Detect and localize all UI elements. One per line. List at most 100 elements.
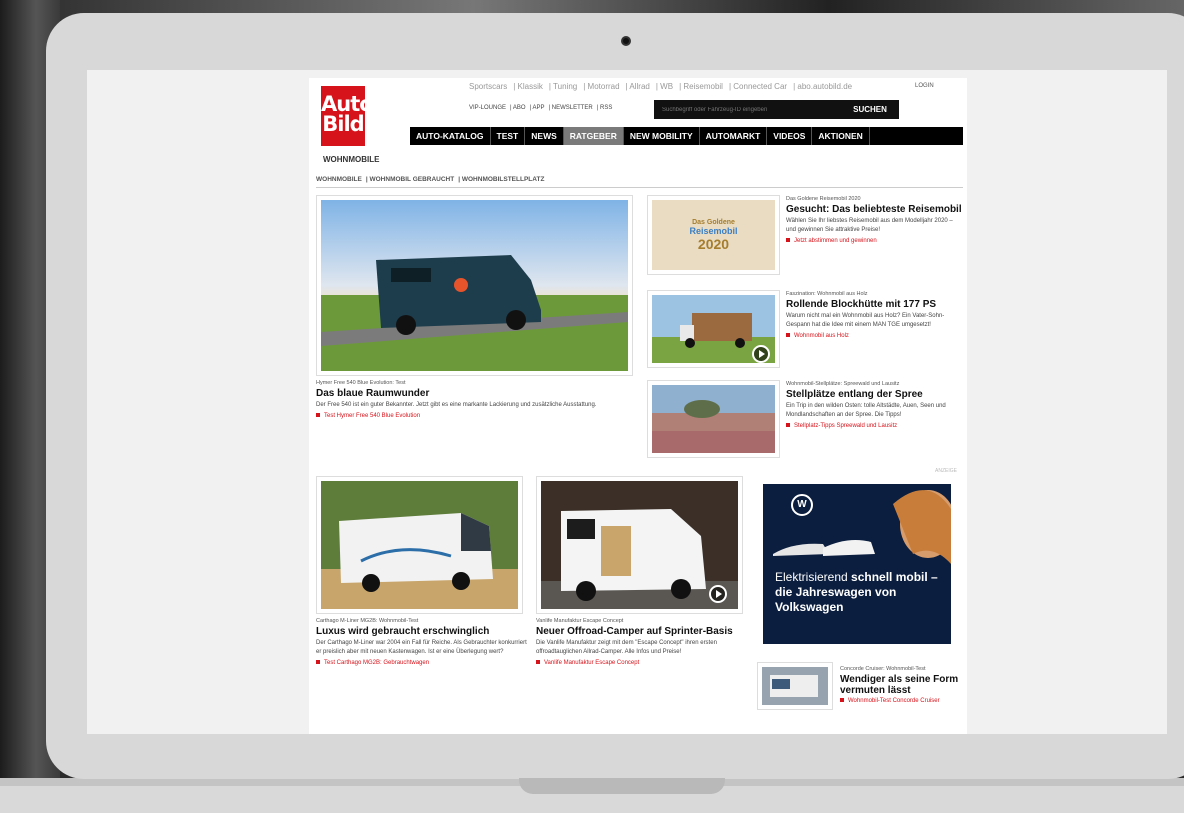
article-headline[interactable]: Rollende Blockhütte mit 177 PS: [786, 299, 964, 310]
utility-link[interactable]: VIP-LOUNGE: [469, 105, 506, 111]
article-kicker: Carthago M-Liner MG2B: Wohnmobil-Test: [316, 618, 419, 624]
article-link[interactable]: Stellplatz-Tipps Spreewald und Lausitz: [786, 423, 964, 429]
article-headline[interactable]: Luxus wird gebraucht erschwinglich: [316, 626, 531, 637]
logo-line1: Auto: [321, 92, 374, 116]
brand-link[interactable]: abo.autobild.de: [797, 82, 852, 91]
side-image-1[interactable]: Das Goldene Reisemobil 2020: [647, 195, 780, 275]
article-kicker: Concorde Cruiser: Wohnmobil-Test: [840, 666, 926, 672]
article-kicker: Das Goldene Reisemobil 2020: [786, 196, 861, 202]
play-video-icon[interactable]: [709, 585, 727, 603]
small-article[interactable]: Concorde Cruiser: Wohnmobil-Test Wendige…: [840, 666, 964, 704]
article-headline[interactable]: Stellplätze entlang der Spree: [786, 389, 964, 400]
small-image[interactable]: [757, 662, 833, 710]
award-line2: Reisemobil: [689, 225, 738, 236]
offroad-camper-photo: [541, 481, 738, 609]
ad-text-bold: schnell mobil –: [851, 570, 938, 584]
article-headline[interactable]: Gesucht: Das beliebteste Reisemobil: [786, 204, 964, 215]
webcam-icon: [621, 36, 631, 46]
side-article[interactable]: Das Goldene Reisemobil 2020 Gesucht: Das…: [786, 196, 964, 244]
bottom-image-1[interactable]: [316, 476, 523, 614]
article-teaser: Wählen Sie Ihr liebstes Reisemobil aus d…: [786, 218, 953, 233]
divider: [316, 187, 963, 188]
side-image-3[interactable]: [647, 380, 780, 458]
lead-article[interactable]: Hymer Free 540 Blue Evolution: Test Das …: [316, 380, 626, 419]
utility-links: VIP-LOUNGE | ABO | APP | NEWSLETTER | RSS: [469, 105, 613, 111]
article-teaser: Die Vanlife Manufaktur zeigt mit dem "Es…: [536, 640, 717, 655]
vw-advertisement[interactable]: W Elektrisierend schnell mobil – die Jah…: [763, 484, 951, 644]
camper-van-photo: [321, 200, 628, 371]
concorde-photo: [762, 667, 828, 705]
search-bar: SUCHEN: [654, 100, 899, 119]
article-headline[interactable]: Wendiger als seine Form vermuten lässt: [840, 674, 964, 696]
brand-link[interactable]: Connected Car: [733, 82, 787, 91]
article-headline[interactable]: Neuer Offroad-Camper auf Sprinter-Basis: [536, 626, 751, 637]
subnav-item[interactable]: WOHNMOBILE: [316, 176, 362, 183]
brand-link[interactable]: Allrad: [629, 82, 649, 91]
meadow-photo: [652, 385, 775, 453]
nav-item-new-mobility[interactable]: NEW MOBILITY: [624, 127, 700, 145]
site-logo[interactable]: Auto Bild: [321, 86, 374, 146]
laptop-stand: [519, 778, 725, 794]
bottom-article[interactable]: Carthago M-Liner MG2B: Wohnmobil-Test Lu…: [316, 618, 531, 666]
article-teaser: Warum nicht mal ein Wohnmobil aus Holz? …: [786, 313, 945, 328]
brand-link[interactable]: Motorrad: [588, 82, 620, 91]
nav-item-videos[interactable]: VIDEOS: [767, 127, 813, 145]
utility-link[interactable]: ABO: [513, 105, 526, 111]
article-headline[interactable]: Das blaue Raumwunder: [316, 388, 626, 399]
brand-link[interactable]: Reisemobil: [683, 82, 723, 91]
side-article[interactable]: Wohnmobil-Stellplätze: Spreewald und Lau…: [786, 381, 964, 429]
laptop-screen: Auto Bild Sportscars | Klassik | Tuning | M…: [87, 70, 1167, 734]
search-button[interactable]: SUCHEN: [841, 100, 899, 119]
award-line1: Das Goldene: [692, 218, 735, 226]
nav-item-automarkt[interactable]: AUTOMARKT: [700, 127, 768, 145]
nav-item-news[interactable]: NEWS: [525, 127, 564, 145]
article-link[interactable]: Wohnmobil-Test Concorde Cruiser: [840, 698, 964, 704]
nav-item-test[interactable]: TEST: [491, 127, 526, 145]
subnav-item[interactable]: WOHNMOBIL GEBRAUCHT: [369, 176, 454, 183]
brand-link[interactable]: Sportscars: [469, 82, 507, 91]
motorhome-photo: [321, 481, 518, 609]
nav-item-ratgeber[interactable]: RATGEBER: [563, 127, 624, 145]
nav-item-aktionen[interactable]: AKTIONEN: [812, 127, 870, 145]
vw-logo-icon: W: [791, 494, 813, 516]
lead-image[interactable]: [316, 195, 633, 376]
play-video-icon[interactable]: [752, 345, 770, 363]
logo-line2: Bild: [322, 112, 364, 136]
brand-link[interactable]: Tuning: [553, 82, 577, 91]
award-badge: Das Goldene Reisemobil 2020: [652, 200, 775, 270]
article-kicker: Faszination: Wohnmobil aus Holz: [786, 291, 868, 297]
brand-link[interactable]: Klassik: [518, 82, 543, 91]
article-link[interactable]: Test Carthago MG2B: Gebrauchtwagen: [316, 660, 531, 666]
bottom-article[interactable]: Vanlife Manufaktur Escape Concept Neuer …: [536, 618, 751, 666]
brand-link[interactable]: WB: [660, 82, 673, 91]
article-link[interactable]: Wohnmobil aus Holz: [786, 333, 964, 339]
webpage: Auto Bild Sportscars | Klassik | Tuning | M…: [309, 78, 967, 734]
search-input[interactable]: [654, 100, 841, 119]
login-link[interactable]: LOGIN: [915, 83, 934, 89]
bottom-image-2[interactable]: [536, 476, 743, 614]
utility-link[interactable]: RSS: [600, 105, 612, 111]
ad-text-bold: die Jahreswagen von Volkswagen: [775, 585, 897, 614]
article-kicker: Vanlife Manufaktur Escape Concept: [536, 618, 624, 624]
utility-link[interactable]: APP: [533, 105, 545, 111]
ad-text: Elektrisierend schnell mobil – die Jahre…: [775, 570, 951, 615]
ad-label: ANZEIGE: [935, 468, 957, 474]
subnav-item[interactable]: WOHNMOBILSTELLPLATZ: [462, 176, 545, 183]
award-line3: 2020: [697, 235, 730, 252]
article-teaser: Der Carthago M-Liner war 2004 ein Fall f…: [316, 640, 527, 655]
section-title: WOHNMOBILE: [323, 155, 380, 164]
sub-nav: WOHNMOBILE | WOHNMOBIL GEBRAUCHT | WOHNMOB…: [316, 176, 545, 183]
side-image-2[interactable]: [647, 290, 780, 368]
nav-item-auto-katalog[interactable]: AUTO-KATALOG: [410, 127, 491, 145]
article-teaser: Der Free 540 ist ein guter Bekannter. Je…: [316, 402, 597, 408]
brand-links: Sportscars | Klassik | Tuning | Motorrad | A…: [469, 82, 853, 91]
article-kicker: Hymer Free 540 Blue Evolution: Test: [316, 380, 406, 386]
article-link[interactable]: Vanlife Manufaktur Escape Concept: [536, 660, 751, 666]
article-kicker: Wohnmobil-Stellplätze: Spreewald und Lau…: [786, 381, 900, 387]
article-link[interactable]: Jetzt abstimmen und gewinnen: [786, 238, 964, 244]
ad-text-light: Elektrisierend: [775, 570, 852, 584]
side-article[interactable]: Faszination: Wohnmobil aus Holz Rollende…: [786, 291, 964, 339]
utility-link[interactable]: NEWSLETTER: [552, 105, 593, 111]
article-link[interactable]: Test Hymer Free 540 Blue Evolution: [316, 413, 626, 419]
main-nav: AUTO-KATALOG TEST NEWS RATGEBER NEW MOBI…: [410, 127, 963, 145]
